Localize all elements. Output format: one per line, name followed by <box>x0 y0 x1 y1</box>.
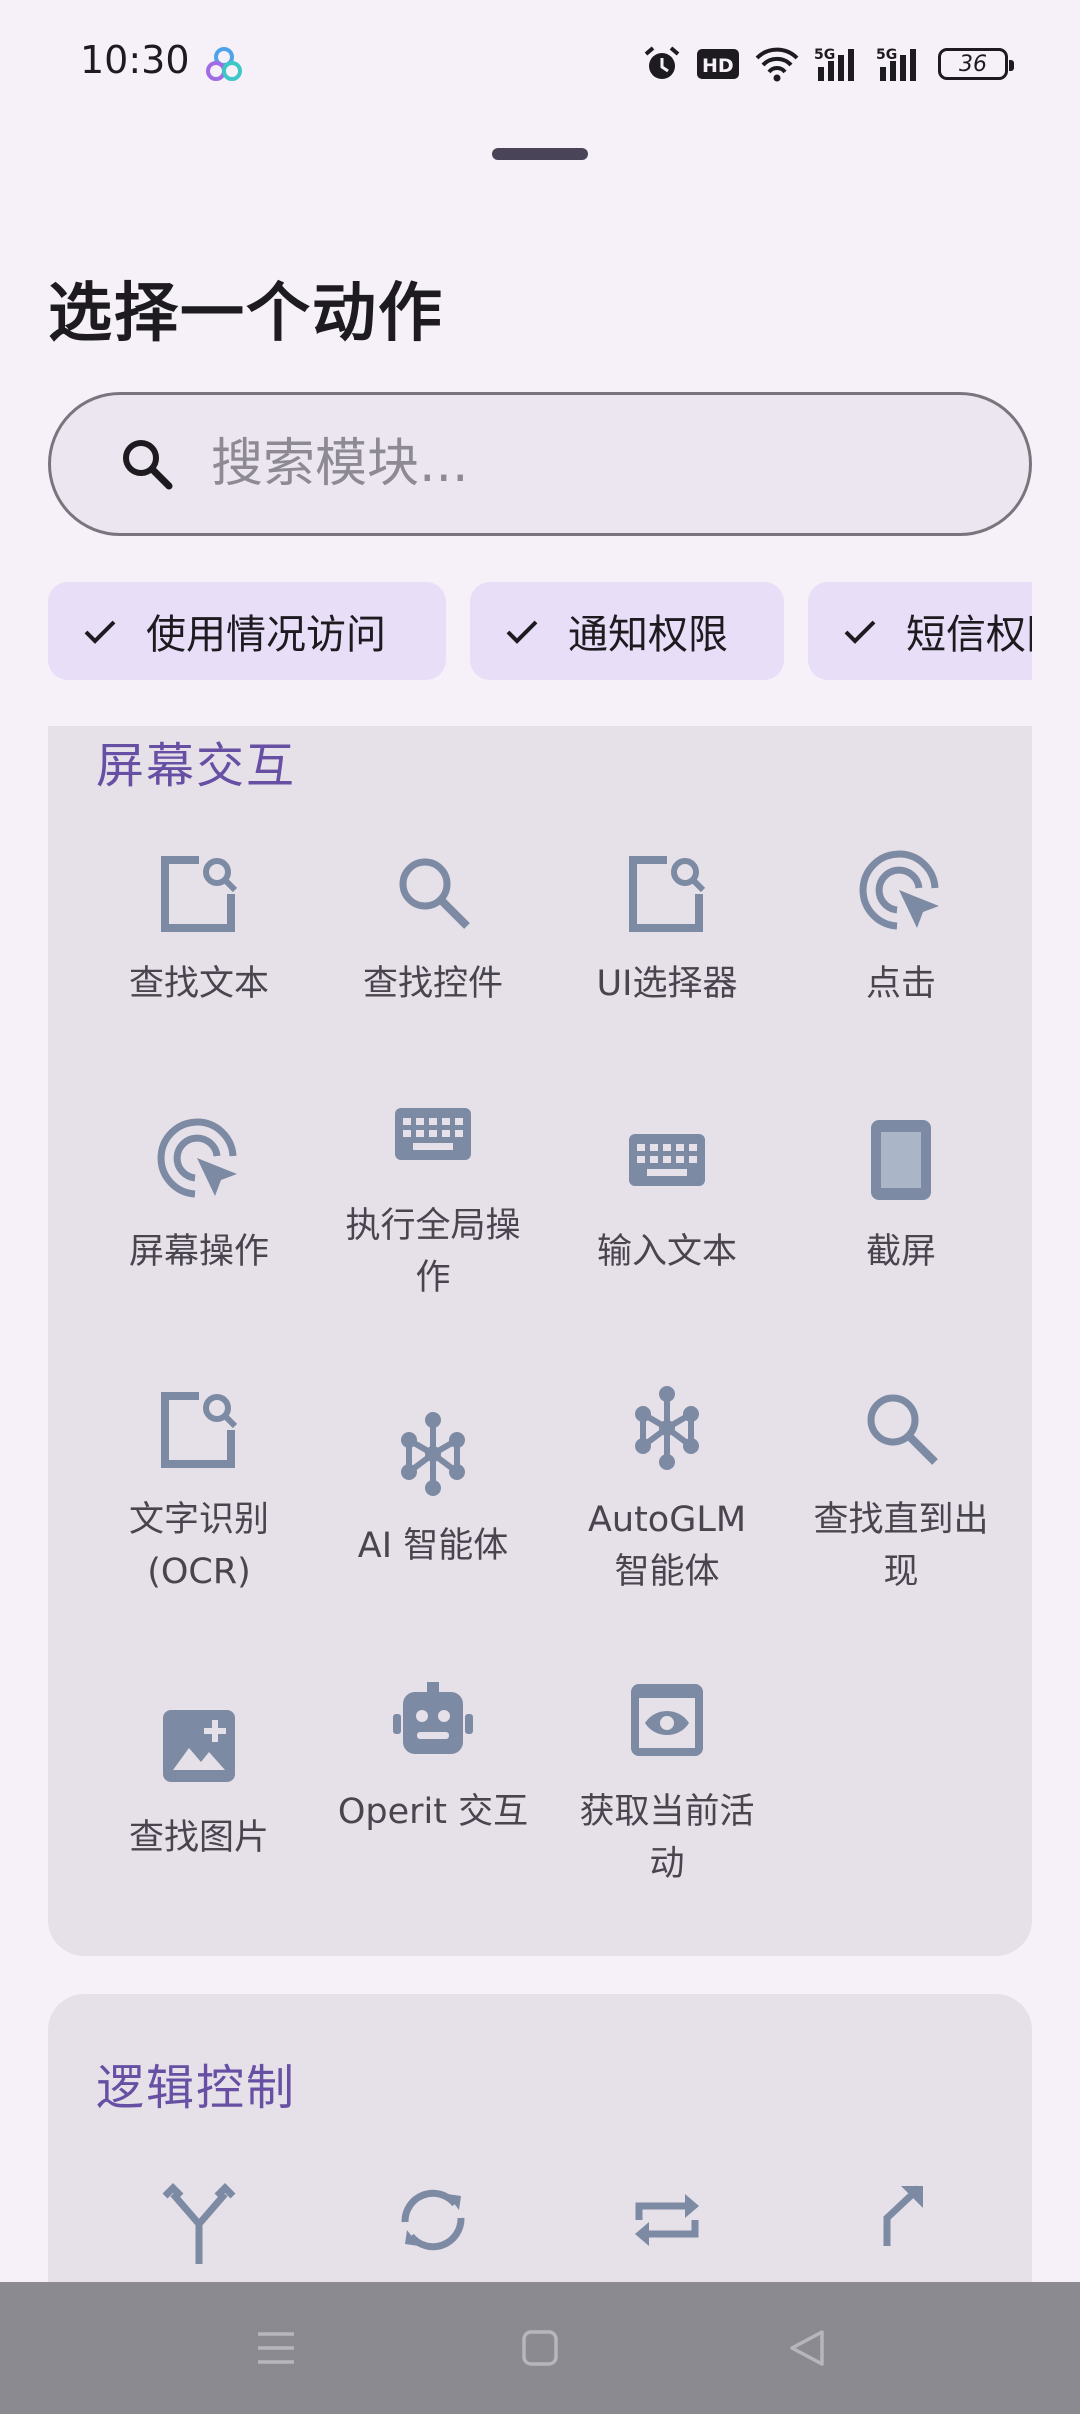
status-bar: 10:30 HD 5G 5G 36 <box>0 0 1080 128</box>
module-find-text[interactable]: 查找文本 <box>82 848 316 1010</box>
chip-usage-access[interactable]: 使用情况访问 <box>48 582 446 680</box>
repeat-icon <box>635 2194 699 2246</box>
module-tap[interactable]: 点击 <box>784 848 1018 1010</box>
phone-icon <box>871 1120 931 1200</box>
module-label: 查找文本 <box>128 964 269 1004</box>
chip-label: 使用情况访问 <box>146 612 386 658</box>
find-text-icon <box>161 856 238 932</box>
module-label: 获取当前活动 <box>579 1792 755 1884</box>
module-ai-agent[interactable]: AI 智能体 <box>316 1410 550 1572</box>
svg-text:5G: 5G <box>814 47 835 63</box>
hub-icon <box>635 1386 699 1470</box>
keyboard-icon <box>395 1108 471 1160</box>
back-icon[interactable] <box>782 2322 834 2374</box>
module-loop[interactable] <box>316 2176 550 2264</box>
svg-text:5G: 5G <box>876 47 897 63</box>
system-navigation-bar <box>0 2282 1080 2414</box>
module-jump[interactable] <box>784 2176 1018 2264</box>
chip-notification-permission[interactable]: 通知权限 <box>470 582 784 680</box>
hd-icon: HD <box>697 49 739 79</box>
module-screen-operation[interactable]: 屏幕操作 <box>82 1116 316 1278</box>
module-input-text[interactable]: 输入文本 <box>550 1116 784 1278</box>
module-get-current-activity[interactable]: 获取当前活动 <box>550 1676 784 1890</box>
wifi-icon <box>755 47 799 82</box>
module-label: 查找控件 <box>362 964 503 1004</box>
battery-icon: 36 <box>938 48 1014 80</box>
module-label: AutoGLM 智能体 <box>587 1500 747 1592</box>
keyboard-icon <box>629 1134 705 1186</box>
module-global-action[interactable]: 执行全局操作 <box>316 1090 550 1304</box>
signal-5g-icon: 5G <box>814 47 854 81</box>
module-ocr[interactable]: 文字识别 (OCR) <box>82 1384 316 1598</box>
search-bar[interactable] <box>48 392 1032 536</box>
module-label: 查找直到出现 <box>813 1500 989 1592</box>
module-autoglm-agent[interactable]: AutoGLM 智能体 <box>550 1384 784 1598</box>
section-title: 逻辑控制 <box>96 2060 297 2116</box>
check-icon <box>84 620 116 644</box>
status-time: 10:30 <box>80 38 190 82</box>
search-icon <box>399 858 470 929</box>
module-label: AI 智能体 <box>357 1526 509 1566</box>
chip-label: 通知权限 <box>568 612 728 658</box>
alarm-icon <box>644 46 680 79</box>
home-icon[interactable] <box>514 2322 566 2374</box>
signal-5g-icon: 5G <box>876 47 916 81</box>
find-text-icon <box>629 856 706 932</box>
tap-icon <box>859 850 939 930</box>
permission-chips: 使用情况访问 通知权限 短信权限 <box>48 582 1032 680</box>
tap-icon <box>157 1118 237 1198</box>
module-find-image[interactable]: 查找图片 <box>82 1702 316 1864</box>
module-label: 查找图片 <box>128 1818 269 1858</box>
module-ui-selector[interactable]: UI选择器 <box>550 848 784 1010</box>
svg-text:HD: HD <box>702 55 734 77</box>
module-label: 截屏 <box>865 1232 936 1272</box>
add-image-icon <box>163 1710 235 1782</box>
module-operit-interaction[interactable]: Operit 交互 <box>316 1676 550 1838</box>
module-find-widget[interactable]: 查找控件 <box>316 848 550 1010</box>
loop-icon <box>401 2189 465 2251</box>
module-label: 执行全局操作 <box>345 1206 521 1298</box>
module-label: 文字识别 (OCR) <box>128 1500 269 1592</box>
check-icon <box>506 620 538 644</box>
module-label: 屏幕操作 <box>128 1232 269 1272</box>
find-text-icon <box>161 1392 238 1468</box>
section-screen-interaction: 屏幕交互 查找文本 查找控件 UI选择器 点击 屏幕操作 执行全局操作 输入文本… <box>48 726 1032 1956</box>
module-find-until-appear[interactable]: 查找直到出现 <box>784 1384 1018 1598</box>
search-input[interactable] <box>211 434 971 494</box>
module-branch[interactable] <box>82 2176 316 2264</box>
search-icon <box>123 440 173 490</box>
eye-window-icon <box>631 1684 703 1756</box>
chip-label: 短信权限 <box>906 612 1032 658</box>
branch-icon <box>162 2183 236 2264</box>
search-icon <box>867 1394 938 1465</box>
module-label: UI选择器 <box>596 964 738 1004</box>
hub-icon <box>401 1412 465 1496</box>
module-label: Operit 交互 <box>337 1792 529 1832</box>
module-label: 输入文本 <box>596 1232 737 1272</box>
page-title: 选择一个动作 <box>48 277 444 351</box>
app-logo-icon <box>206 47 242 81</box>
check-icon <box>844 620 876 644</box>
module-repeat[interactable] <box>550 2176 784 2264</box>
module-screenshot[interactable]: 截屏 <box>784 1116 1018 1278</box>
section-title: 屏幕交互 <box>96 738 297 794</box>
module-label: 点击 <box>865 964 936 1004</box>
sheet-drag-handle[interactable] <box>492 148 588 160</box>
system-icons: HD 5G 5G 36 <box>642 40 1014 88</box>
robot-icon <box>393 1682 473 1754</box>
menu-icon[interactable] <box>250 2322 302 2374</box>
chip-sms-permission[interactable]: 短信权限 <box>808 582 1032 680</box>
battery-level: 36 <box>959 51 987 77</box>
jump-icon <box>883 2185 923 2246</box>
